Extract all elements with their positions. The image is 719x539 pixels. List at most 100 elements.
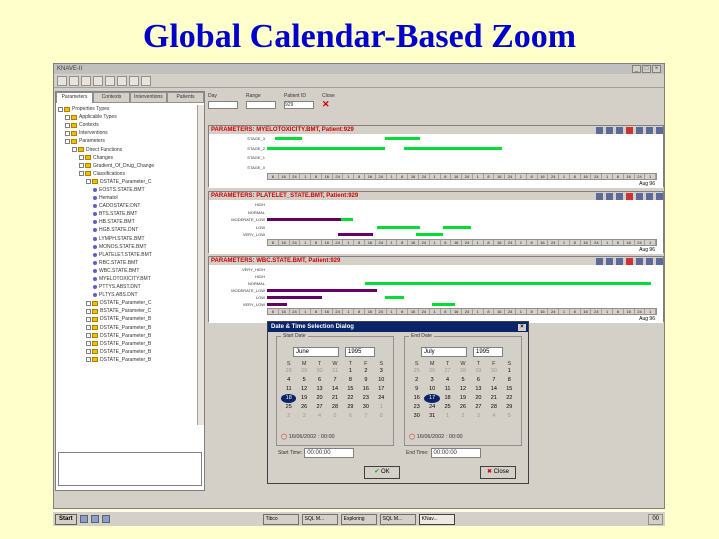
day-slider[interactable] — [208, 101, 238, 109]
state-interval-bar[interactable] — [404, 146, 503, 150]
start-today[interactable]: 16/06/2002 : 00:00 — [289, 434, 335, 440]
desktop-icon[interactable] — [101, 515, 110, 523]
remove-icon[interactable] — [626, 192, 633, 200]
tree-item[interactable]: DSTATE_Parameter_B — [58, 348, 196, 356]
taskbar-item[interactable]: SQL M... — [379, 513, 416, 525]
minimize-button[interactable]: _ — [632, 65, 641, 73]
state-interval-bar[interactable] — [384, 137, 420, 140]
close-panel-icon[interactable] — [656, 257, 663, 265]
calendar-day[interactable]: 28 — [281, 367, 296, 376]
tree-item[interactable]: Direct Functions — [58, 145, 196, 153]
tree-item[interactable]: LYMPH.STATE.BMT — [58, 235, 196, 243]
tree-item[interactable]: Interventions — [58, 129, 196, 137]
calendar-day[interactable]: 31 — [424, 412, 439, 421]
tree-item[interactable]: Hematol — [58, 194, 196, 202]
start-year-select[interactable]: 1995 — [345, 347, 375, 357]
state-interval-bar[interactable] — [376, 225, 420, 229]
up-icon[interactable] — [636, 257, 643, 265]
range-slider[interactable] — [246, 101, 276, 109]
calendar-day[interactable]: 21 — [486, 394, 501, 403]
close-panel-icon[interactable] — [656, 192, 663, 200]
calendar-day[interactable]: 3 — [374, 367, 389, 376]
expand-toggle-icon[interactable] — [86, 325, 91, 331]
calendar-day[interactable]: 5 — [327, 412, 342, 421]
expand-toggle-icon[interactable] — [86, 357, 91, 363]
close-panel-icon[interactable] — [656, 126, 663, 134]
state-interval-bar[interactable] — [431, 303, 456, 306]
taskbar-item[interactable]: Tibco — [262, 513, 299, 525]
expand-toggle-icon[interactable] — [79, 163, 84, 169]
calendar-day[interactable]: 8 — [343, 376, 358, 385]
taskbar-item[interactable]: SQL M... — [301, 513, 338, 525]
state-interval-bar[interactable] — [267, 218, 342, 222]
tree-item[interactable]: DSTATE_Parameter_B — [58, 332, 196, 340]
calendar-day[interactable]: 14 — [486, 385, 501, 394]
chart-icon[interactable] — [129, 75, 139, 86]
graph-icon[interactable] — [606, 126, 613, 134]
maximize-button[interactable]: □ — [642, 65, 651, 73]
tree-item[interactable]: MONOS.STATE.BMT — [58, 243, 196, 251]
calendar-day[interactable]: 3 — [424, 376, 439, 385]
dialog-close-button[interactable]: × — [518, 323, 526, 331]
tree-item[interactable]: BSTATE_Parameter_C — [58, 307, 196, 315]
calendar-day[interactable]: 6 — [343, 412, 358, 421]
expand-toggle-icon[interactable] — [86, 341, 91, 347]
state-interval-bar[interactable] — [267, 289, 377, 292]
calendar-day[interactable]: 26 — [455, 403, 470, 412]
tree-scrollbar[interactable] — [197, 105, 204, 425]
start-month-select[interactable]: June — [293, 347, 339, 357]
calendar-day[interactable]: 9 — [409, 385, 424, 394]
calendar-day[interactable]: 17 — [424, 394, 440, 403]
run-icon[interactable] — [117, 75, 127, 86]
settings-icon[interactable] — [616, 257, 623, 265]
calendar-day[interactable]: 6 — [471, 376, 486, 385]
calendar-day[interactable]: 17 — [374, 385, 389, 394]
calendar-day[interactable]: 4 — [281, 376, 296, 385]
calendar-day[interactable]: 8 — [374, 412, 389, 421]
calendar-day[interactable]: 10 — [424, 385, 439, 394]
calendar-day[interactable]: 5 — [296, 376, 311, 385]
ie-icon[interactable] — [79, 515, 88, 523]
tree-item[interactable]: DSTATE_Parameter_B — [58, 324, 196, 332]
calendar-day[interactable]: 27 — [312, 403, 327, 412]
time-axis[interactable]: 8 16 24 1 8 16 24 1 8 16 24 1 8 16 24 1 8 16 24 1 8 16 24 1 8 16 2… — [267, 173, 657, 180]
time-axis[interactable]: 8 16 24 1 8 16 24 1 8 16 24 1 8 16 24 1 8 16 24 1 8 16 24 1 8 16 2… — [267, 308, 657, 315]
calendar-day[interactable]: 30 — [409, 412, 424, 421]
calendar-day[interactable]: 7 — [358, 412, 373, 421]
start-button[interactable]: Start — [55, 513, 77, 525]
calendar-day[interactable]: 25 — [409, 367, 424, 376]
expand-toggle-icon[interactable] — [86, 308, 91, 314]
calendar-day[interactable]: 4 — [312, 412, 327, 421]
tree-item[interactable]: DSTATE_Parameter_B — [58, 315, 196, 323]
calendar-day[interactable]: 26 — [424, 367, 439, 376]
state-interval-bar[interactable] — [443, 225, 471, 229]
state-interval-bar[interactable] — [415, 233, 444, 237]
graph-icon[interactable] — [606, 192, 613, 200]
calendar-day[interactable]: 24 — [374, 394, 389, 403]
calendar-day[interactable]: 15 — [343, 385, 358, 394]
calendar-day[interactable]: 5 — [455, 376, 470, 385]
calendar-day[interactable]: 19 — [455, 394, 470, 403]
expand-toggle-icon[interactable] — [65, 130, 70, 136]
calendar-day[interactable]: 16 — [358, 385, 373, 394]
up-icon[interactable] — [636, 192, 643, 200]
expand-toggle-icon[interactable] — [58, 106, 63, 112]
tree-item[interactable]: EOSTS.STATE.BMT — [58, 186, 196, 194]
state-interval-bar[interactable] — [267, 146, 385, 150]
down-icon[interactable] — [646, 257, 653, 265]
up-icon[interactable] — [636, 126, 643, 134]
tree-item[interactable]: HGB.STATE.DNT — [58, 226, 196, 234]
patient-select[interactable]: 929 — [284, 101, 314, 109]
calendar-day[interactable]: 27 — [471, 403, 486, 412]
calendar-day[interactable]: 21 — [327, 394, 342, 403]
ok-button[interactable]: ✔ OK — [364, 466, 400, 479]
calendar-day[interactable]: 5 — [502, 412, 517, 421]
calendar-day[interactable]: 2 — [358, 367, 373, 376]
remove-icon[interactable] — [626, 257, 633, 265]
tree-item[interactable]: Parameters — [58, 137, 196, 145]
expand-toggle-icon[interactable] — [86, 349, 91, 355]
tree-item[interactable]: HB.STATE.BMT — [58, 218, 196, 226]
print-icon[interactable] — [81, 75, 91, 86]
calendar-day[interactable]: 2 — [409, 376, 424, 385]
calendar-day[interactable]: 1 — [343, 367, 358, 376]
